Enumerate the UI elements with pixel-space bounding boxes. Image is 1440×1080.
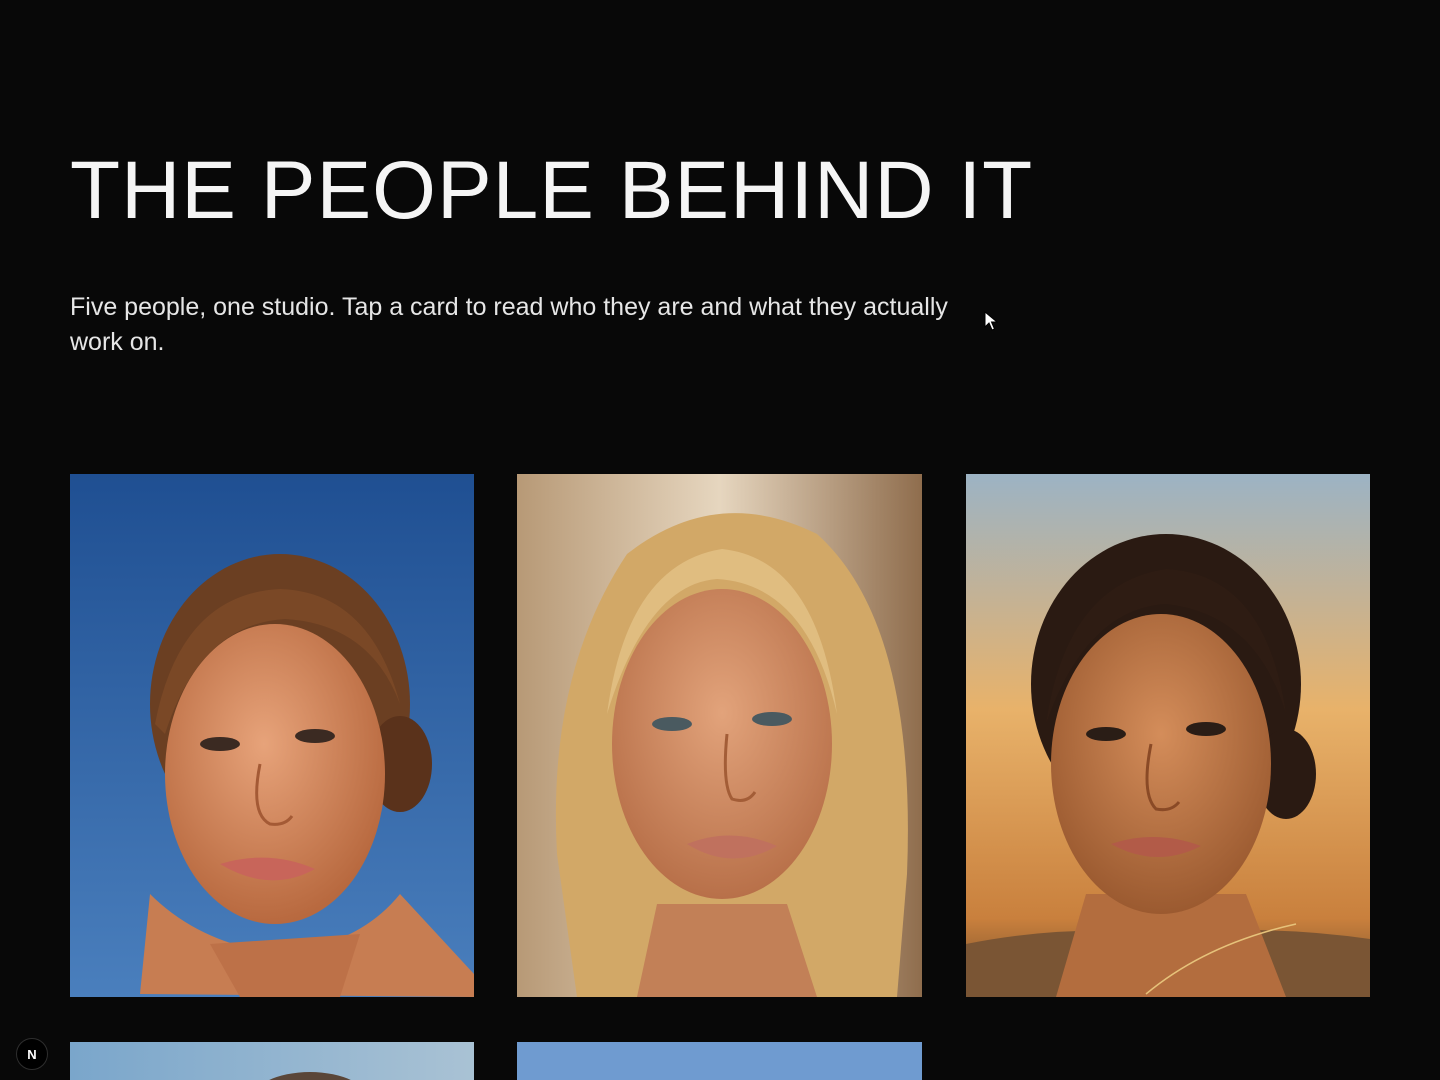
team-card-5[interactable] xyxy=(517,1042,922,1080)
team-card-2[interactable] xyxy=(517,474,922,997)
portrait-photo-4 xyxy=(70,1042,474,1080)
portrait-photo-1 xyxy=(70,474,474,997)
team-card-4[interactable] xyxy=(70,1042,474,1080)
team-page: THE PEOPLE BEHIND IT Five people, one st… xyxy=(0,0,1440,1080)
team-card-3[interactable] xyxy=(966,474,1370,997)
team-card-1[interactable] xyxy=(70,474,474,997)
portrait-photo-3 xyxy=(966,474,1370,997)
mouse-pointer-icon xyxy=(984,311,998,331)
page-title: THE PEOPLE BEHIND IT xyxy=(70,145,1034,236)
portrait-photo-2 xyxy=(517,474,922,997)
dev-badge-label: N xyxy=(27,1046,37,1062)
nextjs-icon[interactable]: N xyxy=(16,1038,48,1070)
portrait-photo-5 xyxy=(517,1042,922,1080)
page-subtitle: Five people, one studio. Tap a card to r… xyxy=(70,293,948,356)
